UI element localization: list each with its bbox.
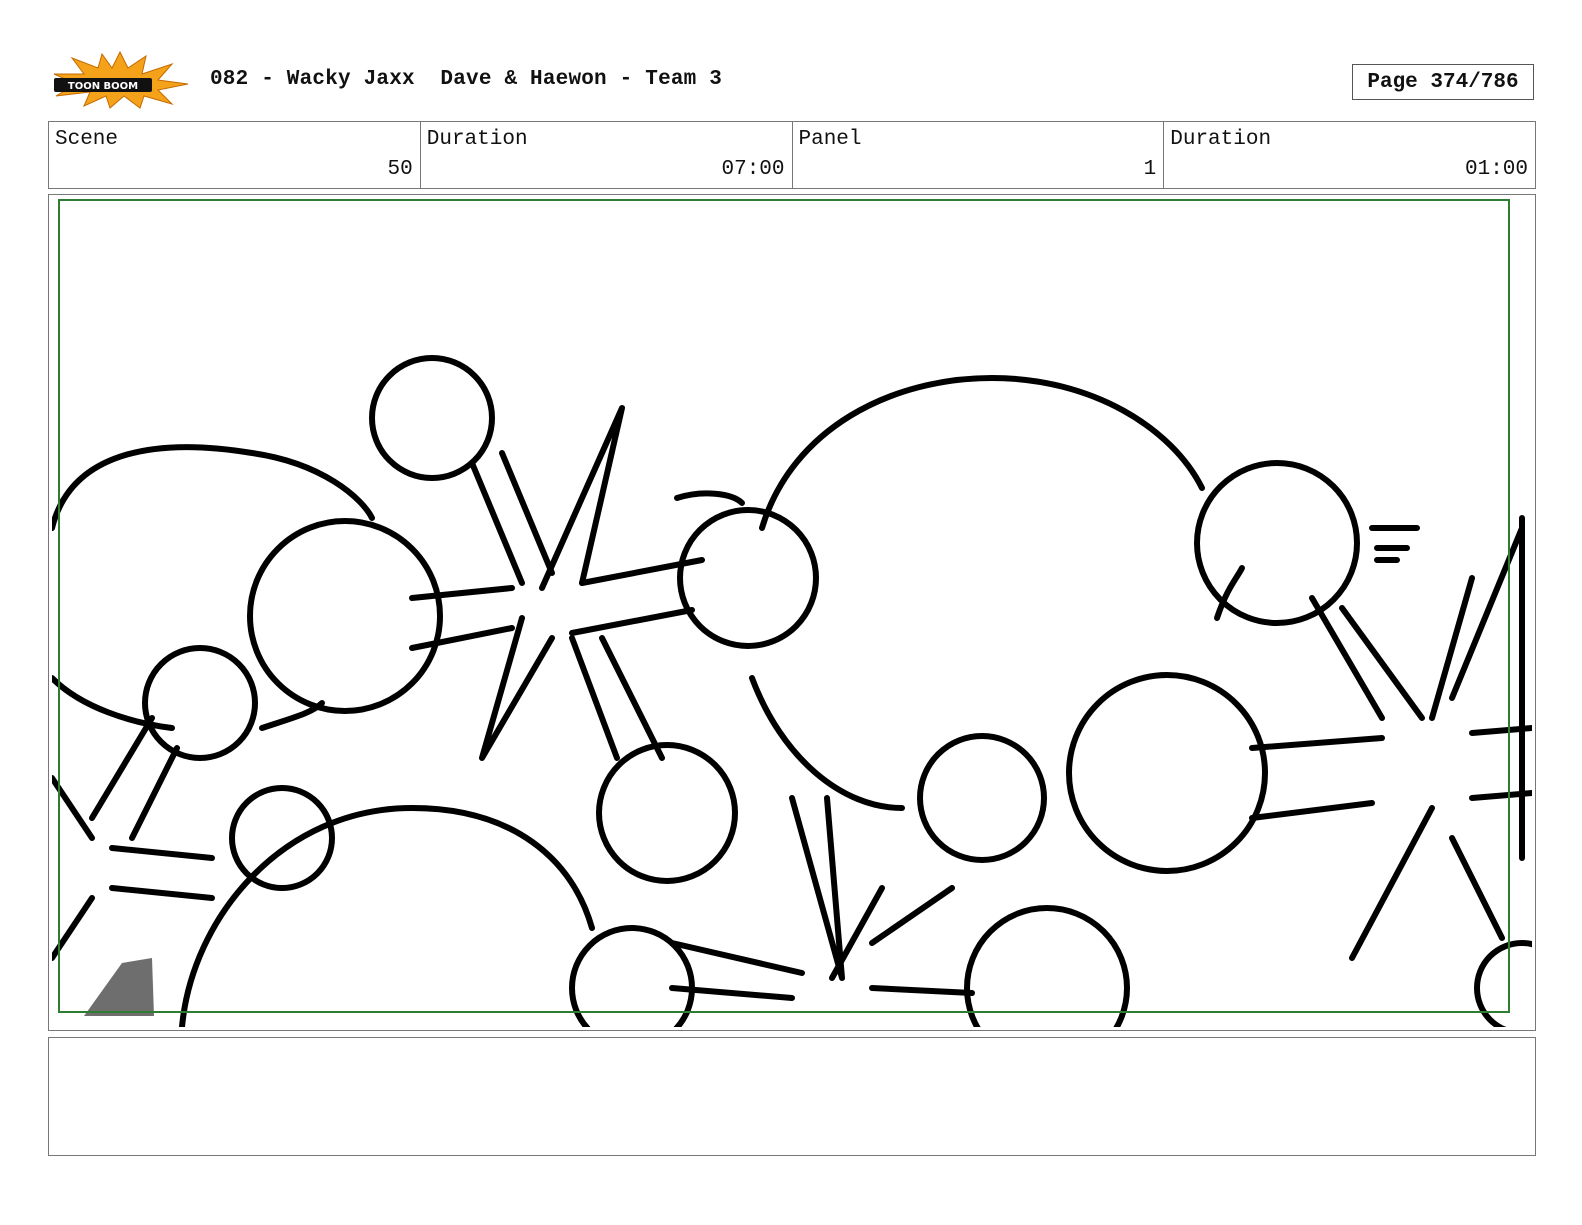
jack-ball <box>917 733 1047 863</box>
jack-star <box>1349 805 1505 961</box>
jack-arm <box>89 715 180 841</box>
panel-duration-label: Duration <box>1170 128 1272 151</box>
ball-shape <box>52 444 375 531</box>
jack-arm <box>569 635 665 761</box>
scene-duration-value: 07:00 <box>721 158 785 181</box>
panel-info-bar: Scene 50 Duration 07:00 Panel 1 Duration… <box>48 121 1536 189</box>
scene-value: 50 <box>387 158 413 181</box>
scene-duration-cell: Duration 07:00 <box>421 122 793 188</box>
panel-label: Panel <box>798 128 862 151</box>
jack-ball <box>1066 672 1268 874</box>
jack-arm <box>109 845 215 901</box>
jack-arm <box>409 585 515 651</box>
logo-text: TOON BOOM <box>68 81 138 92</box>
ball-shape <box>179 805 595 1027</box>
shadow-shape <box>84 958 154 1016</box>
page-number: Page 374/786 <box>1352 64 1534 100</box>
scene-cell: Scene 50 <box>49 122 421 188</box>
jack-ball <box>596 742 738 884</box>
jack-ball <box>247 518 443 714</box>
ball-shape <box>749 675 905 811</box>
scene-duration-label: Duration <box>426 128 528 151</box>
panel-duration-value: 01:00 <box>1464 158 1528 181</box>
panel-duration-cell: Duration 01:00 <box>1164 122 1535 188</box>
jack-arm <box>1309 595 1425 721</box>
jack-ball <box>1194 460 1360 626</box>
jack-arm <box>1249 735 1385 821</box>
action-mark <box>259 700 325 731</box>
jack-star <box>789 795 885 981</box>
panel-notes-area[interactable] <box>48 1037 1536 1156</box>
scene-label: Scene <box>55 128 119 151</box>
jack-ball <box>229 785 335 891</box>
jack-arm <box>869 885 975 996</box>
jack-arm <box>469 450 555 586</box>
toon-boom-logo: TOON BOOM <box>53 50 189 109</box>
action-mark <box>1369 525 1420 563</box>
action-mark <box>674 490 745 506</box>
storyboard-artwork <box>52 199 1532 1027</box>
panel-value: 1 <box>1143 158 1157 181</box>
panel-cell: Panel 1 <box>793 122 1165 188</box>
ball-shape <box>52 675 175 731</box>
document-title: 082 - Wacky Jaxx Dave & Haewon - Team 3 <box>210 68 723 91</box>
jack-ball <box>142 645 258 761</box>
jack-ball <box>369 355 495 481</box>
jack-ball <box>964 905 1130 1027</box>
ball-shape <box>759 375 1205 531</box>
jack-ball <box>1474 940 1532 1027</box>
jack-ball <box>677 507 819 649</box>
